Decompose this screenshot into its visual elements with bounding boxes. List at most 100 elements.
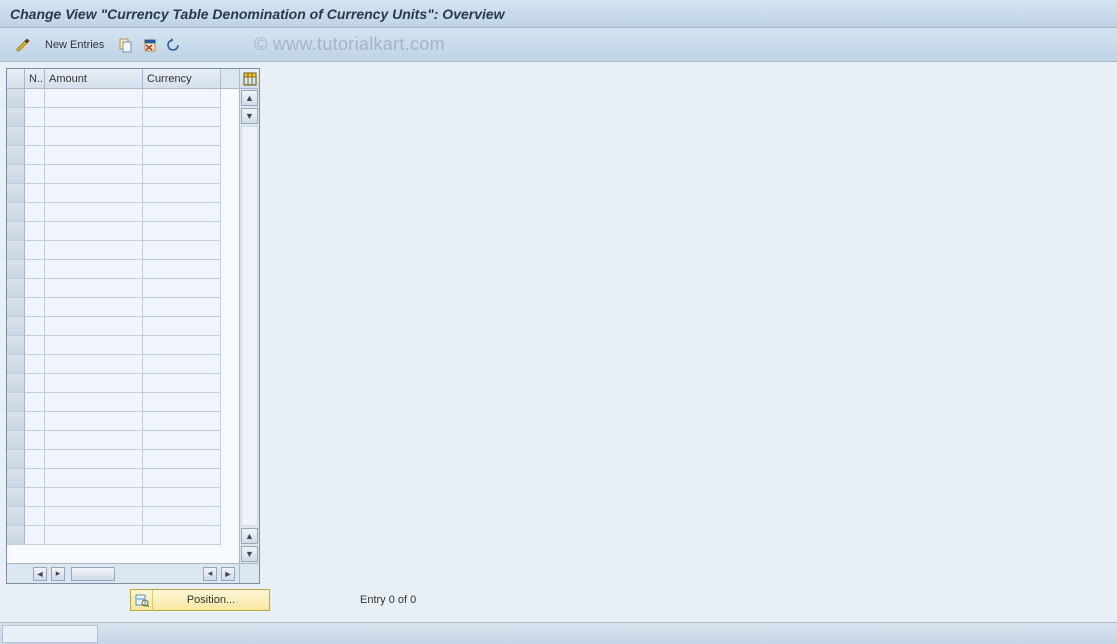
vscroll-track[interactable] xyxy=(241,126,258,526)
column-header-selector[interactable] xyxy=(7,69,25,88)
copy-as-button[interactable] xyxy=(115,34,137,56)
row-selector[interactable] xyxy=(7,222,25,241)
row-selector[interactable] xyxy=(7,469,25,488)
row-selector[interactable] xyxy=(7,374,25,393)
cell-amount[interactable] xyxy=(45,488,143,507)
vscroll-up2-button[interactable]: ▲ xyxy=(241,528,258,544)
hscroll-thumb[interactable] xyxy=(71,567,115,581)
hscroll-first-button[interactable]: ◄ xyxy=(33,567,47,581)
undo-change-button[interactable] xyxy=(163,34,185,56)
cell-n[interactable] xyxy=(25,336,45,355)
row-selector[interactable] xyxy=(7,279,25,298)
toggle-display-change-button[interactable] xyxy=(12,34,34,56)
cell-currency[interactable] xyxy=(143,431,221,450)
cell-currency[interactable] xyxy=(143,222,221,241)
cell-n[interactable] xyxy=(25,165,45,184)
cell-currency[interactable] xyxy=(143,317,221,336)
row-selector[interactable] xyxy=(7,108,25,127)
cell-n[interactable] xyxy=(25,108,45,127)
row-selector[interactable] xyxy=(7,355,25,374)
cell-currency[interactable] xyxy=(143,374,221,393)
cell-n[interactable] xyxy=(25,146,45,165)
row-selector[interactable] xyxy=(7,146,25,165)
column-header-n[interactable]: N.. xyxy=(25,69,45,88)
hscroll-track[interactable] xyxy=(69,567,199,581)
cell-amount[interactable] xyxy=(45,336,143,355)
cell-amount[interactable] xyxy=(45,317,143,336)
cell-currency[interactable] xyxy=(143,165,221,184)
cell-currency[interactable] xyxy=(143,412,221,431)
cell-amount[interactable] xyxy=(45,450,143,469)
position-button[interactable]: Position... xyxy=(130,589,270,611)
cell-n[interactable] xyxy=(25,279,45,298)
table-settings-button[interactable] xyxy=(240,69,259,89)
cell-currency[interactable] xyxy=(143,526,221,545)
cell-amount[interactable] xyxy=(45,184,143,203)
cell-n[interactable] xyxy=(25,184,45,203)
cell-currency[interactable] xyxy=(143,507,221,526)
row-selector[interactable] xyxy=(7,241,25,260)
column-header-amount[interactable]: Amount xyxy=(45,69,143,88)
hscroll-last-button[interactable]: ► xyxy=(221,567,235,581)
vscroll-down2-button[interactable]: ▼ xyxy=(241,546,258,562)
cell-n[interactable] xyxy=(25,393,45,412)
cell-currency[interactable] xyxy=(143,203,221,222)
cell-amount[interactable] xyxy=(45,279,143,298)
cell-n[interactable] xyxy=(25,450,45,469)
cell-amount[interactable] xyxy=(45,108,143,127)
cell-currency[interactable] xyxy=(143,488,221,507)
row-selector[interactable] xyxy=(7,450,25,469)
cell-currency[interactable] xyxy=(143,260,221,279)
cell-currency[interactable] xyxy=(143,89,221,108)
row-selector[interactable] xyxy=(7,298,25,317)
cell-currency[interactable] xyxy=(143,450,221,469)
cell-amount[interactable] xyxy=(45,374,143,393)
cell-currency[interactable] xyxy=(143,393,221,412)
row-selector[interactable] xyxy=(7,431,25,450)
row-selector[interactable] xyxy=(7,184,25,203)
cell-amount[interactable] xyxy=(45,127,143,146)
cell-amount[interactable] xyxy=(45,146,143,165)
column-header-currency[interactable]: Currency xyxy=(143,69,221,88)
cell-amount[interactable] xyxy=(45,393,143,412)
cell-n[interactable] xyxy=(25,127,45,146)
cell-currency[interactable] xyxy=(143,127,221,146)
cell-n[interactable] xyxy=(25,89,45,108)
cell-n[interactable] xyxy=(25,317,45,336)
row-selector[interactable] xyxy=(7,165,25,184)
cell-amount[interactable] xyxy=(45,507,143,526)
cell-n[interactable] xyxy=(25,203,45,222)
cell-amount[interactable] xyxy=(45,222,143,241)
cell-n[interactable] xyxy=(25,469,45,488)
cell-amount[interactable] xyxy=(45,431,143,450)
cell-n[interactable] xyxy=(25,260,45,279)
delete-button[interactable] xyxy=(139,34,161,56)
cell-amount[interactable] xyxy=(45,241,143,260)
hscroll-next-button[interactable]: ◂ xyxy=(203,567,217,581)
cell-currency[interactable] xyxy=(143,184,221,203)
cell-n[interactable] xyxy=(25,222,45,241)
cell-amount[interactable] xyxy=(45,469,143,488)
cell-n[interactable] xyxy=(25,507,45,526)
cell-amount[interactable] xyxy=(45,260,143,279)
vscroll-down-button[interactable]: ▼ xyxy=(241,108,258,124)
hscroll-prev-button[interactable]: ▸ xyxy=(51,567,65,581)
cell-currency[interactable] xyxy=(143,355,221,374)
cell-currency[interactable] xyxy=(143,298,221,317)
cell-currency[interactable] xyxy=(143,279,221,298)
cell-currency[interactable] xyxy=(143,146,221,165)
row-selector[interactable] xyxy=(7,412,25,431)
new-entries-button[interactable]: New Entries xyxy=(36,34,113,56)
cell-currency[interactable] xyxy=(143,336,221,355)
row-selector[interactable] xyxy=(7,488,25,507)
cell-amount[interactable] xyxy=(45,165,143,184)
cell-n[interactable] xyxy=(25,412,45,431)
cell-amount[interactable] xyxy=(45,203,143,222)
row-selector[interactable] xyxy=(7,393,25,412)
cell-n[interactable] xyxy=(25,431,45,450)
row-selector[interactable] xyxy=(7,507,25,526)
row-selector[interactable] xyxy=(7,317,25,336)
cell-n[interactable] xyxy=(25,526,45,545)
cell-amount[interactable] xyxy=(45,526,143,545)
vscroll-up-button[interactable]: ▲ xyxy=(241,90,258,106)
